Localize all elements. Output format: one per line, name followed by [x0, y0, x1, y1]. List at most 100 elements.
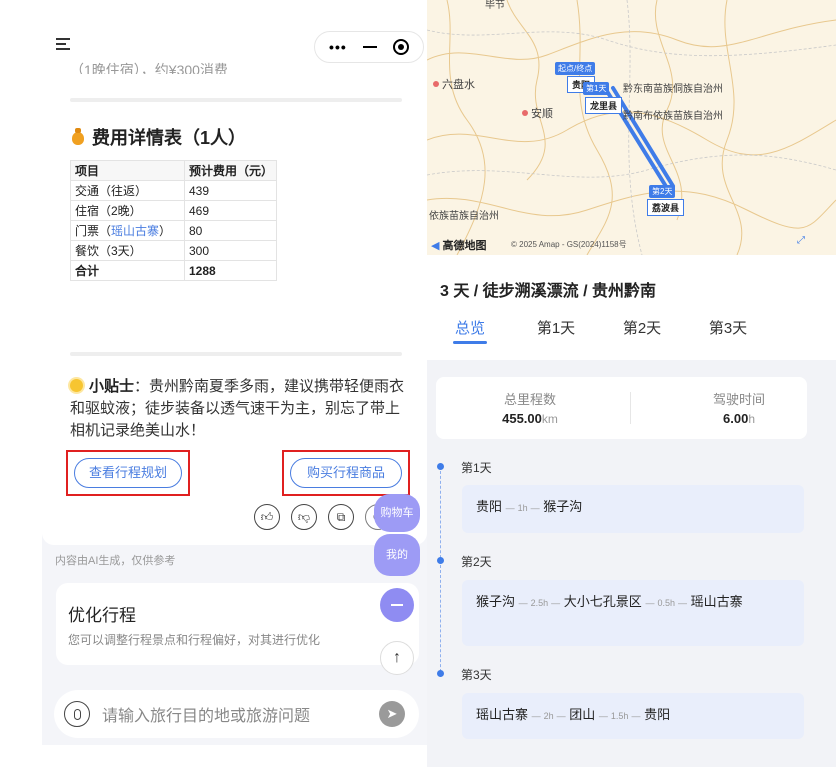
collapse-fab-icon[interactable] [380, 588, 414, 622]
day1-route-card[interactable]: 贵阳 —1h — 猴子沟 [462, 485, 804, 533]
route-duration: 1.5h [610, 711, 629, 721]
map-region-label: 黔东南苗族侗族自治州 [623, 84, 723, 95]
brand-text: 高德地图 [442, 240, 487, 252]
city-dot-icon [522, 110, 528, 116]
route-place: 贵阳 [644, 707, 671, 722]
expand-map-icon[interactable]: ⤢ [793, 233, 809, 249]
route-arrow-icon: — [518, 598, 528, 608]
day2-route-card[interactable]: 猴子沟 —2.5h — 大小七孔景区 —0.5h — 瑶山古寨 [462, 580, 804, 646]
scroll-top-icon[interactable]: ↑ [380, 641, 414, 675]
route-arrow-icon: — [677, 598, 687, 608]
chat-input[interactable]: 请输入旅行目的地或旅游问题 [102, 702, 379, 726]
amap-arrow-icon: ◀ [431, 240, 440, 252]
route-duration: 1h [517, 503, 528, 513]
timeline-dot [437, 557, 444, 564]
table-row: 餐饮（3天） 300 [70, 240, 277, 261]
map-place-label: 六盘水 [433, 76, 475, 92]
attraction-link[interactable]: 瑶山古寨 [111, 224, 159, 238]
thumbs-up-icon[interactable]: 👍︎ [254, 504, 280, 530]
day1-marker[interactable]: 第1天 [583, 82, 610, 95]
tab-overview[interactable]: 总览 [427, 317, 513, 338]
map-place-label: 安顺 [522, 105, 553, 121]
stat-label: 驾驶时间 [712, 392, 765, 407]
close-target-icon[interactable] [392, 39, 409, 55]
optimize-card[interactable]: 优化行程 您可以调整行程景点和行程偏好，对其进行优化 [56, 583, 419, 665]
table-cell: 1288 [184, 260, 277, 281]
route-place: 瑶山古寨 [476, 707, 529, 722]
place-text: 安顺 [531, 108, 553, 120]
day-label: 第3天 [461, 668, 492, 682]
truncated-text: （1晚住宿），约¥300消费 [70, 62, 228, 74]
route-arrow-icon: — [551, 598, 561, 608]
chat-message-card: ••• （1晚住宿），约¥300消费 费用详情表（1人） 项目 预计费用（元） … [42, 0, 427, 545]
timeline-line [440, 466, 441, 677]
route-arrow-icon: — [598, 711, 608, 721]
place-text: 六盘水 [442, 79, 475, 91]
mini-program-capsule: ••• [314, 31, 424, 63]
table-cell: 餐饮（3天） [70, 240, 185, 261]
day-tabs: 总览 第1天 第2天 第3天 [427, 317, 836, 338]
route-arrow-icon: — [645, 598, 655, 608]
tips-paragraph: 小贴士：贵州黔南夏季多雨，建议携带轻便雨衣和驱蚊液；徒步装备以透气速干为主，别忘… [70, 376, 408, 442]
thumbs-down-icon[interactable]: 👎︎ [291, 504, 317, 530]
route-map[interactable]: 毕节 六盘水 安顺 黔东南苗族侗族自治州 黔南布依族苗族自治州 依族苗族自治州 … [427, 0, 836, 255]
tab-day3[interactable]: 第3天 [685, 317, 771, 338]
optimize-title: 优化行程 [68, 606, 136, 625]
table-row: 住宿（2晚） 469 [70, 200, 277, 221]
map-place-label: 毕节 [485, 0, 505, 11]
top-bar: ••• [42, 0, 427, 63]
route-duration: 2.5h [530, 598, 549, 608]
start-end-marker[interactable]: 起点/终点 [555, 62, 596, 75]
table-cell: 469 [184, 200, 277, 221]
message-actions: 👍︎ 👎︎ ⧉ ⟳ [254, 504, 391, 530]
libo-marker[interactable]: 荔波县 [647, 199, 685, 216]
day3-route-card[interactable]: 瑶山古寨 —2h — 团山 —1.5h — 贵阳 [462, 693, 804, 739]
table-header: 项目 [70, 160, 185, 181]
table-cell: 合计 [70, 260, 185, 281]
menu-icon[interactable] [56, 38, 70, 50]
cell-text: ） [159, 224, 172, 238]
route-place: 瑶山古寨 [690, 594, 743, 609]
route-place: 大小七孔景区 [563, 594, 642, 609]
sun-icon [70, 379, 83, 392]
map-copyright: © 2025 Amap - GS(2024)1158号 [511, 240, 627, 249]
optimize-subtitle: 您可以调整行程景点和行程偏好，对其进行优化 [68, 633, 321, 647]
stat-value: 6.00h [649, 411, 829, 426]
map-region-label: 黔南布依族苗族自治州 [623, 111, 723, 122]
buy-goods-button[interactable]: 购买行程商品 [290, 458, 402, 488]
day2-marker[interactable]: 第2天 [649, 185, 676, 198]
day-label: 第1天 [461, 461, 492, 475]
divider [70, 352, 402, 356]
table-cell: 住宿（2晚） [70, 200, 185, 221]
drive-time-stat: 驾驶时间 6.00h [649, 389, 829, 426]
cell-text: 门票（ [75, 224, 112, 238]
chat-panel: ••• （1晚住宿），约¥300消费 费用详情表（1人） 项目 预计费用（元） … [42, 0, 427, 745]
timeline-dot [437, 670, 444, 677]
route-arrow-icon: — [505, 503, 515, 513]
route-duration: 0.5h [657, 598, 675, 608]
tab-day1[interactable]: 第1天 [513, 317, 599, 338]
mine-float-button[interactable]: 我的 [374, 534, 420, 576]
route-place: 猴子沟 [543, 499, 583, 514]
value-number: 6.00 [723, 411, 749, 426]
stat-divider [630, 392, 631, 424]
amap-logo: ◀ 高德地图 [431, 237, 487, 253]
money-bag-icon [70, 128, 86, 146]
trip-stats-card: 总里程数 455.00km 驾驶时间 6.00h [436, 377, 807, 439]
table-cell: 交通（往返） [70, 180, 185, 201]
more-icon[interactable]: ••• [329, 39, 347, 55]
map-region-label: 依族苗族自治州 [429, 211, 499, 222]
table-row: 门票（瑶山古寨） 80 [70, 220, 277, 241]
cost-title-text: 费用详情表（1人） [92, 128, 247, 148]
cart-float-button[interactable]: 购物车 [374, 494, 420, 532]
view-plan-button[interactable]: 查看行程规划 [74, 458, 182, 488]
send-icon[interactable]: ➤ [379, 701, 405, 727]
tab-day2[interactable]: 第2天 [599, 317, 685, 338]
copy-icon[interactable]: ⧉ [328, 504, 354, 530]
divider [70, 98, 402, 102]
value-unit: h [748, 412, 755, 426]
minimize-icon[interactable] [362, 46, 377, 48]
table-header: 预计费用（元） [184, 160, 277, 181]
longli-marker[interactable]: 龙里县 [585, 97, 623, 114]
microphone-icon[interactable] [64, 701, 90, 727]
